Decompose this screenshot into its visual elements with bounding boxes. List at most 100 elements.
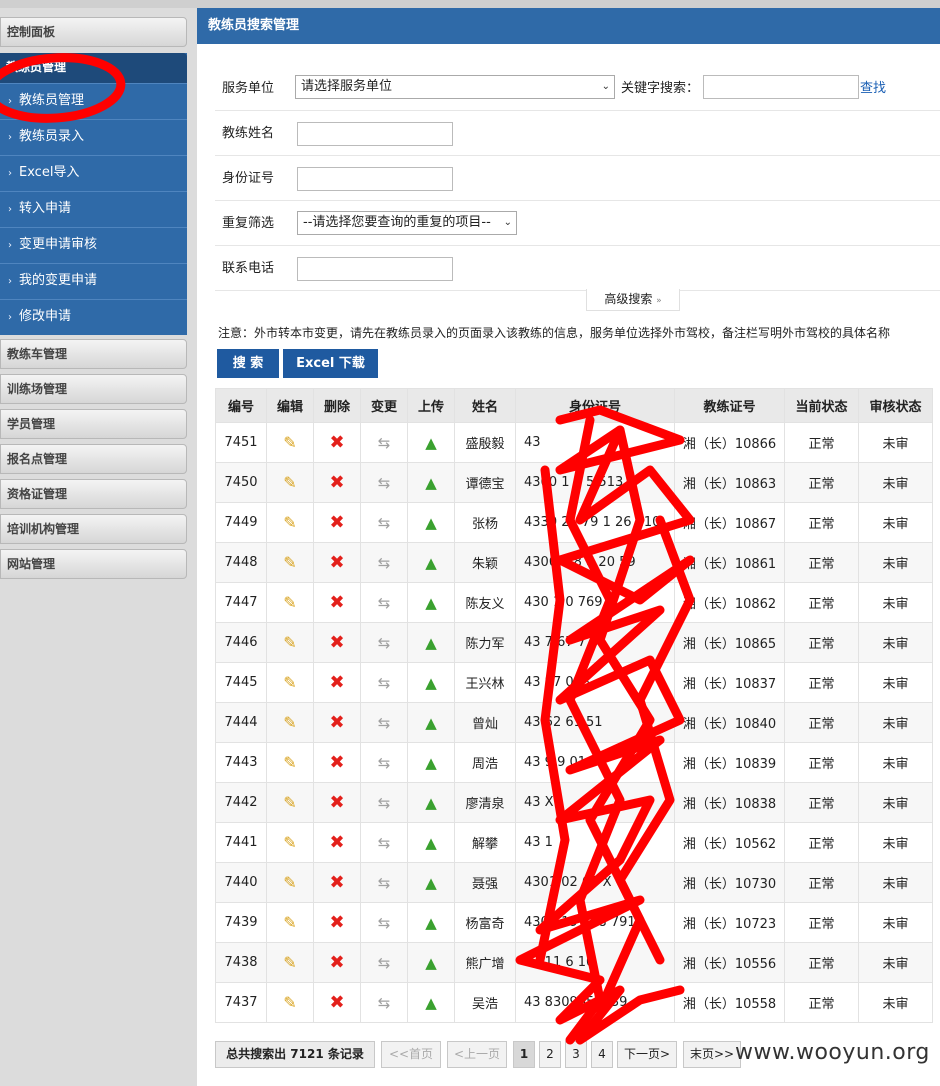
delete-x-icon[interactable]: ✖: [329, 992, 344, 1013]
delete-x-icon[interactable]: ✖: [329, 752, 344, 773]
swap-arrows-icon[interactable]: ⇆: [378, 674, 391, 692]
pencil-icon[interactable]: ✎: [283, 833, 296, 852]
pencil-icon[interactable]: ✎: [283, 433, 296, 452]
delete-x-icon[interactable]: ✖: [329, 432, 344, 453]
pencil-icon[interactable]: ✎: [283, 873, 296, 892]
upload-arrow-icon[interactable]: ▲: [425, 914, 437, 932]
swap-arrows-icon[interactable]: ⇆: [378, 434, 391, 452]
sidebar-section[interactable]: 培训机构管理: [0, 514, 187, 544]
swap-arrows-icon[interactable]: ⇆: [378, 754, 391, 772]
swap-arrows-icon[interactable]: ⇆: [378, 474, 391, 492]
phone-input[interactable]: [297, 257, 453, 281]
pencil-icon[interactable]: ✎: [283, 913, 296, 932]
upload-arrow-icon[interactable]: ▲: [425, 754, 437, 772]
unit-select[interactable]: 请选择服务单位 ⌄: [295, 75, 615, 99]
dup-filter-select[interactable]: --请选择您要查询的重复的项目-- ⌄: [297, 211, 517, 235]
sidebar-item[interactable]: › 教练员录入: [0, 119, 187, 155]
swap-arrows-icon[interactable]: ⇆: [378, 994, 391, 1012]
upload-arrow-icon[interactable]: ▲: [425, 514, 437, 532]
upload-arrow-icon[interactable]: ▲: [425, 994, 437, 1012]
swap-arrows-icon[interactable]: ⇆: [378, 634, 391, 652]
cell-review: 未审: [858, 462, 933, 503]
sidebar-section[interactable]: 网站管理: [0, 549, 187, 579]
pencil-icon[interactable]: ✎: [283, 633, 296, 652]
page-number-button[interactable]: 2: [539, 1041, 561, 1068]
search-button[interactable]: 搜 索: [217, 349, 279, 378]
delete-x-icon[interactable]: ✖: [329, 472, 344, 493]
pencil-icon[interactable]: ✎: [283, 473, 296, 492]
swap-arrows-icon[interactable]: ⇆: [378, 594, 391, 612]
idcard-input[interactable]: [297, 167, 453, 191]
pencil-icon[interactable]: ✎: [283, 993, 296, 1012]
swap-arrows-icon[interactable]: ⇆: [378, 514, 391, 532]
swap-arrows-icon[interactable]: ⇆: [378, 834, 391, 852]
upload-arrow-icon[interactable]: ▲: [425, 954, 437, 972]
advanced-search-toggle[interactable]: 高级搜索 »: [586, 289, 680, 311]
sidebar-group-title[interactable]: 教练员管理: [0, 53, 187, 83]
delete-x-icon[interactable]: ✖: [329, 872, 344, 893]
delete-x-icon[interactable]: ✖: [329, 712, 344, 733]
cell-id: 7451: [215, 422, 267, 463]
upload-arrow-icon[interactable]: ▲: [425, 474, 437, 492]
change-cell: ⇆: [360, 582, 408, 623]
page-number-button[interactable]: 1: [513, 1041, 535, 1068]
swap-arrows-icon[interactable]: ⇆: [378, 914, 391, 932]
upload-arrow-icon[interactable]: ▲: [425, 634, 437, 652]
prev-page-button[interactable]: <上一页: [447, 1041, 507, 1068]
sidebar-section[interactable]: 教练车管理: [0, 339, 187, 369]
delete-x-icon[interactable]: ✖: [329, 672, 344, 693]
pencil-icon[interactable]: ✎: [283, 793, 296, 812]
sidebar-item-label: 教练员管理: [19, 93, 85, 108]
cell-idcard: 4300 1 8 8 20 59: [515, 542, 675, 583]
upload-arrow-icon[interactable]: ▲: [425, 714, 437, 732]
delete-x-icon[interactable]: ✖: [329, 632, 344, 653]
delete-x-icon[interactable]: ✖: [329, 912, 344, 933]
upload-arrow-icon[interactable]: ▲: [425, 554, 437, 572]
coach-name-input[interactable]: [297, 122, 453, 146]
pencil-icon[interactable]: ✎: [283, 953, 296, 972]
sidebar-item[interactable]: › 我的变更申请: [0, 263, 187, 299]
sidebar-control-panel[interactable]: 控制面板: [0, 17, 187, 47]
pencil-icon[interactable]: ✎: [283, 753, 296, 772]
swap-arrows-icon[interactable]: ⇆: [378, 794, 391, 812]
sidebar-item[interactable]: › 教练员管理: [0, 83, 187, 119]
page-number-button[interactable]: 4: [591, 1041, 613, 1068]
upload-arrow-icon[interactable]: ▲: [425, 834, 437, 852]
sidebar-section[interactable]: 报名点管理: [0, 444, 187, 474]
upload-arrow-icon[interactable]: ▲: [425, 794, 437, 812]
next-page-button[interactable]: 下一页>: [617, 1041, 677, 1068]
excel-download-button[interactable]: Excel 下载: [283, 349, 378, 378]
delete-x-icon[interactable]: ✖: [329, 832, 344, 853]
pencil-icon[interactable]: ✎: [283, 553, 296, 572]
sidebar-item[interactable]: › 转入申请: [0, 191, 187, 227]
delete-x-icon[interactable]: ✖: [329, 592, 344, 613]
upload-arrow-icon[interactable]: ▲: [425, 674, 437, 692]
upload-arrow-icon[interactable]: ▲: [425, 434, 437, 452]
sidebar-section[interactable]: 学员管理: [0, 409, 187, 439]
sidebar-section[interactable]: 训练场管理: [0, 374, 187, 404]
upload-arrow-icon[interactable]: ▲: [425, 874, 437, 892]
pencil-icon[interactable]: ✎: [283, 713, 296, 732]
swap-arrows-icon[interactable]: ⇆: [378, 554, 391, 572]
page-number-button[interactable]: 3: [565, 1041, 587, 1068]
delete-x-icon[interactable]: ✖: [329, 792, 344, 813]
pencil-icon[interactable]: ✎: [283, 513, 296, 532]
sidebar-section[interactable]: 资格证管理: [0, 479, 187, 509]
pencil-icon[interactable]: ✎: [283, 593, 296, 612]
swap-arrows-icon[interactable]: ⇆: [378, 714, 391, 732]
delete-x-icon[interactable]: ✖: [329, 512, 344, 533]
last-page-button[interactable]: 末页>>: [683, 1041, 741, 1068]
first-page-button[interactable]: <<首页: [381, 1041, 441, 1068]
find-link[interactable]: 查找: [860, 66, 886, 111]
keyword-input[interactable]: [703, 75, 859, 99]
sidebar-item[interactable]: › Excel导入: [0, 155, 187, 191]
upload-arrow-icon[interactable]: ▲: [425, 594, 437, 612]
sidebar-item[interactable]: › 修改申请: [0, 299, 187, 335]
pencil-icon[interactable]: ✎: [283, 673, 296, 692]
edit-cell: ✎: [266, 462, 314, 503]
delete-x-icon[interactable]: ✖: [329, 552, 344, 573]
swap-arrows-icon[interactable]: ⇆: [378, 954, 391, 972]
sidebar-item[interactable]: › 变更申请审核: [0, 227, 187, 263]
delete-x-icon[interactable]: ✖: [329, 952, 344, 973]
swap-arrows-icon[interactable]: ⇆: [378, 874, 391, 892]
